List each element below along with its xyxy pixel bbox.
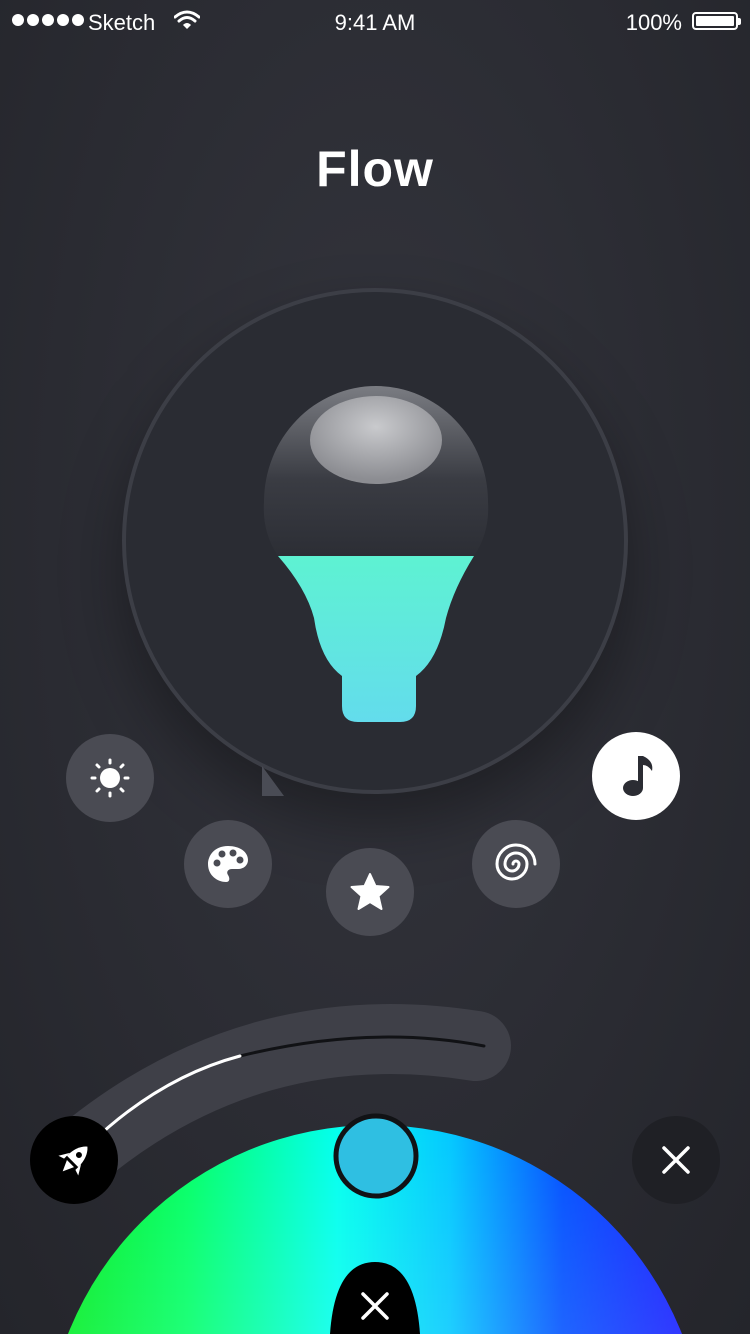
page-title: Flow	[316, 141, 434, 197]
sun-icon	[90, 758, 130, 798]
status-bar: Sketch 9:41 AM 100%	[0, 0, 750, 44]
favorite-mode-button[interactable]	[326, 848, 414, 936]
dial-pointer	[262, 766, 284, 796]
brightness-mode-button[interactable]	[66, 734, 154, 822]
flow-mode-button[interactable]	[472, 820, 560, 908]
color-picker-knob[interactable]	[333, 1113, 419, 1199]
battery-icon	[692, 12, 741, 30]
music-note-icon	[623, 756, 653, 796]
palette-icon	[208, 846, 248, 882]
close-icon	[662, 1146, 690, 1174]
star-icon	[350, 873, 390, 910]
start-button[interactable]	[30, 1116, 118, 1204]
rocket-icon	[58, 1146, 88, 1176]
light-bulb-icon[interactable]	[260, 384, 492, 731]
battery-percent: 100%	[625, 10, 682, 35]
palette-mode-button[interactable]	[184, 820, 272, 908]
spiral-icon	[495, 843, 537, 881]
close-button[interactable]	[632, 1116, 720, 1204]
music-mode-button[interactable]	[592, 732, 680, 820]
